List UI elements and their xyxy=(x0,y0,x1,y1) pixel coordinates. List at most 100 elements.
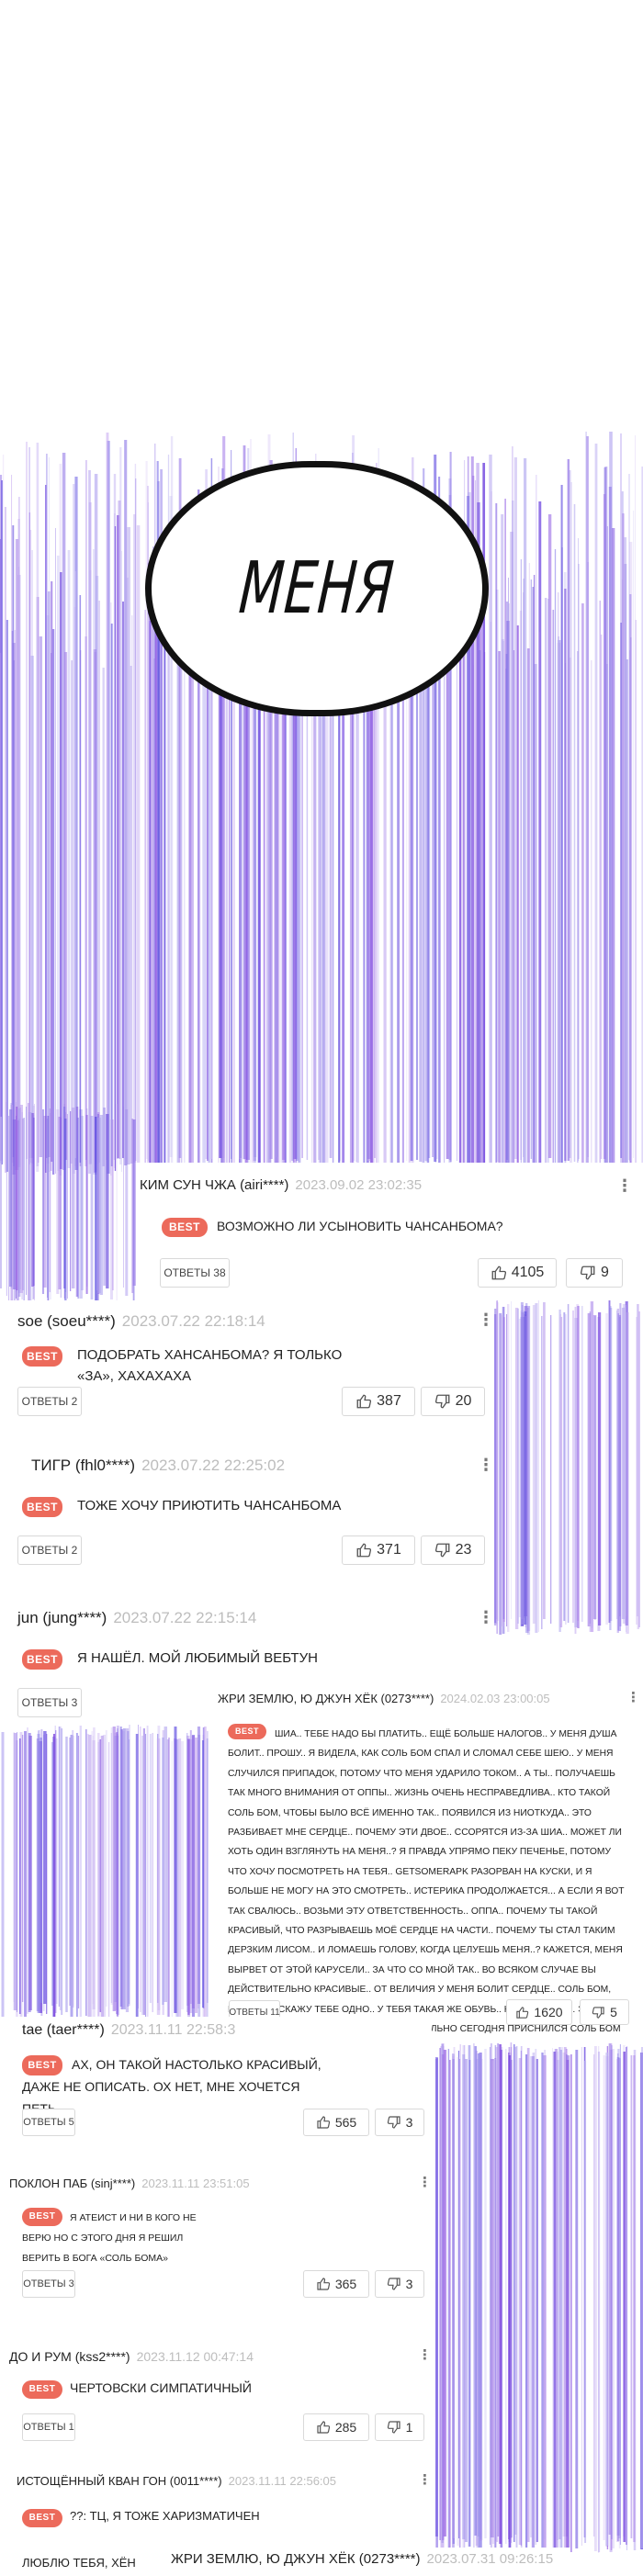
replies-button[interactable]: ОТВЕТЫ 5 xyxy=(22,2109,75,2136)
comment-author[interactable]: tae (taer****) xyxy=(22,2022,105,2039)
best-badge: BEST xyxy=(22,1346,62,1367)
thumbs-up-icon xyxy=(355,1542,372,1558)
best-badge: BEST xyxy=(22,1649,62,1670)
thumbs-up-icon xyxy=(316,2420,331,2435)
comment-card: ПОКЛОН ПАБ (sinj****) 2023.11.11 23:51:0… xyxy=(0,2153,432,2309)
thumbs-up-icon xyxy=(355,1393,372,1410)
thumbs-down-icon xyxy=(434,1393,451,1410)
comment-card: tae (taer****) 2023.11.11 22:58:3 BEST А… xyxy=(0,2017,432,2153)
comment-card: ИСТОЩЁННЫЙ КВАН ГОН (0011****) 2023.11.1… xyxy=(0,2447,432,2548)
like-button[interactable]: 365 xyxy=(303,2270,369,2298)
comment-text: ЛЮБЛЮ ТЕБЯ, ХЁН xyxy=(22,2556,136,2570)
comment-author[interactable]: ПОКЛОН ПАБ (sinj****) xyxy=(9,2177,135,2190)
best-badge: BEST xyxy=(22,1497,62,1517)
dislike-button[interactable]: 20 xyxy=(421,1387,485,1416)
thumbs-up-icon xyxy=(316,2115,331,2130)
comment-author[interactable]: jun (jung****) xyxy=(17,1609,107,1627)
best-badge: BEST xyxy=(22,2380,62,2399)
dislike-count: 9 xyxy=(601,1265,609,1280)
dislike-button[interactable]: 23 xyxy=(421,1535,485,1565)
thumbs-down-icon xyxy=(387,2277,401,2291)
dislike-count: 3 xyxy=(405,2115,413,2130)
thumbs-down-icon xyxy=(387,2420,401,2435)
dislike-button[interactable]: 3 xyxy=(375,2109,424,2136)
comment-card: ЖРИ ЗЕМЛЮ, Ю ДЖУН ХЁК (0273****) 2023.07… xyxy=(165,2548,570,2576)
comment-date: 2023.11.11 22:56:05 xyxy=(228,2474,336,2488)
like-count: 365 xyxy=(334,2277,357,2291)
like-count: 4105 xyxy=(511,1265,545,1280)
dislike-button[interactable]: 3 xyxy=(375,2270,424,2298)
thumbs-down-icon xyxy=(434,1542,451,1558)
like-button[interactable]: 371 xyxy=(342,1535,415,1565)
more-vertical-icon[interactable]: ⋮ xyxy=(478,1311,494,1328)
more-vertical-icon[interactable]: ⋮ xyxy=(626,1690,640,1706)
more-vertical-icon[interactable]: ⋮ xyxy=(418,2347,432,2364)
comment-date: 2023.11.12 00:47:14 xyxy=(136,2349,254,2364)
dislike-button[interactable]: 5 xyxy=(580,1999,629,2025)
more-vertical-icon[interactable]: ⋮ xyxy=(478,1609,494,1625)
dislike-count: 5 xyxy=(610,2005,617,2019)
like-button[interactable]: 387 xyxy=(342,1387,415,1416)
thumbs-down-icon xyxy=(387,2115,401,2130)
like-button[interactable]: 4105 xyxy=(478,1258,557,1288)
comment-author[interactable]: ЖРИ ЗЕМЛЮ, Ю ДЖУН ХЁК (0273****) xyxy=(171,2551,421,2567)
comment-card: КИМ СУН ЧЖА (airi****) 2023.09.02 23:02:… xyxy=(136,1163,643,1300)
comment-text: Я НАШЁЛ. МОЙ ЛЮБИМЫЙ ВЕБТУН xyxy=(77,1650,318,1666)
more-vertical-icon[interactable]: ⋮ xyxy=(418,2472,432,2489)
comment-text: ТОЖЕ ХОЧУ ПРИЮТИТЬ ЧАНСАНБОМА xyxy=(77,1498,342,1513)
comment-author[interactable]: ИСТОЩЁННЫЙ КВАН ГОН (0011****) xyxy=(17,2474,222,2488)
speech-bubble: МЕНЯ xyxy=(145,461,489,716)
comment-text: ЧЕРТОВСКИ СИМПАТИЧНЫЙ xyxy=(70,2380,252,2395)
dislike-button[interactable]: 9 xyxy=(566,1258,623,1288)
comment-card: ДО И РУМ (kss2****) 2023.11.12 00:47:14 … xyxy=(0,2309,432,2447)
comment-text: ПОДОБРАТЬ ХАНСАНБОМА? Я ТОЛЬКО «ЗА», ХАХ… xyxy=(77,1347,343,1385)
comment-date: 2023.11.11 23:51:05 xyxy=(141,2177,250,2190)
comment-author[interactable]: ДО И РУМ (kss2****) xyxy=(9,2349,130,2364)
replies-button[interactable]: ОТВЕТЫ 2 xyxy=(17,1387,82,1416)
like-count: 371 xyxy=(377,1542,401,1558)
dislike-count: 3 xyxy=(405,2277,413,2291)
more-vertical-icon[interactable]: ⋮ xyxy=(418,2175,432,2191)
comment-text: Я АТЕИСТ И НИ В КОГО НЕ ВЕРЮ НО С ЭТОГО … xyxy=(22,2212,197,2264)
replies-button[interactable]: ОТВЕТЫ 38 xyxy=(160,1258,230,1288)
comment-text: ??: ТЦ, Я ТОЖЕ ХАРИЗМАТИЧЕН xyxy=(70,2509,260,2523)
comment-text: ВОЗМОЖНО ЛИ УСЫНОВИТЬ ЧАНСАНБОМА? xyxy=(217,1219,503,1233)
comment-date: 2023.07.22 22:25:02 xyxy=(141,1457,286,1474)
comment-card: ТИГР (fhl0****) 2023.07.22 22:25:02 ⋮ BE… xyxy=(0,1440,494,1578)
comment-date: 2023.07.22 22:18:14 xyxy=(121,1312,265,1330)
like-button[interactable]: 285 xyxy=(303,2413,369,2441)
dislike-button[interactable]: 1 xyxy=(375,2413,424,2441)
best-badge: BEST xyxy=(22,2509,62,2527)
like-count: 565 xyxy=(334,2115,357,2130)
like-button[interactable]: 565 xyxy=(303,2109,369,2136)
more-vertical-icon[interactable]: ⋮ xyxy=(616,1177,633,1194)
speech-bubble-text: МЕНЯ xyxy=(236,547,398,630)
comment-date: 2023.07.31 09:26:15 xyxy=(426,2551,554,2567)
replies-button[interactable]: ОТВЕТЫ 3 xyxy=(17,1688,82,1717)
like-button[interactable]: 1620 xyxy=(506,1999,572,2025)
comment-author[interactable]: ЖРИ ЗЕМЛЮ, Ю ДЖУН ХЁК (0273****) xyxy=(218,1692,434,1705)
dislike-count: 1 xyxy=(405,2420,413,2435)
thumbs-down-icon xyxy=(592,2006,605,2019)
comment-date: 2023.11.11 22:58:3 xyxy=(110,2022,236,2038)
dislike-count: 23 xyxy=(455,1542,472,1558)
more-vertical-icon[interactable]: ⋮ xyxy=(478,1457,494,1473)
like-count: 387 xyxy=(377,1393,401,1409)
comment-author[interactable]: КИМ СУН ЧЖА (airi****) xyxy=(140,1177,288,1193)
comment-card: ЖРИ ЗЕМЛЮ, Ю ДЖУН ХЁК (0273****) 2024.02… xyxy=(210,1684,643,2042)
thumbs-down-icon xyxy=(580,1265,596,1281)
comment-author[interactable]: soe (soeu****) xyxy=(17,1312,116,1331)
speed-lines-group xyxy=(492,1300,640,1635)
speed-lines-group xyxy=(434,2042,643,2553)
replies-button[interactable]: ОТВЕТЫ 1 xyxy=(22,2413,75,2441)
best-badge: BEST xyxy=(162,1218,208,1237)
thumbs-up-icon xyxy=(491,1265,507,1281)
replies-button[interactable]: ОТВЕТЫ 3 xyxy=(22,2270,75,2298)
comment-date: 2023.07.22 22:15:14 xyxy=(113,1609,257,1626)
comment-text: ШИА.. ТЕБЕ НАДО БЫ ПЛАТИТЬ.. ЕЩЁ БОЛЬШЕ … xyxy=(228,1729,625,2035)
comment-card: ЛЮБЛЮ ТЕБЯ, ХЁН xyxy=(0,2548,165,2576)
comment-author[interactable]: ТИГР (fhl0****) xyxy=(31,1457,135,1475)
speed-lines-group xyxy=(1,1725,209,2020)
replies-button[interactable]: ОТВЕТЫ 2 xyxy=(17,1535,82,1565)
like-count: 285 xyxy=(334,2420,357,2435)
